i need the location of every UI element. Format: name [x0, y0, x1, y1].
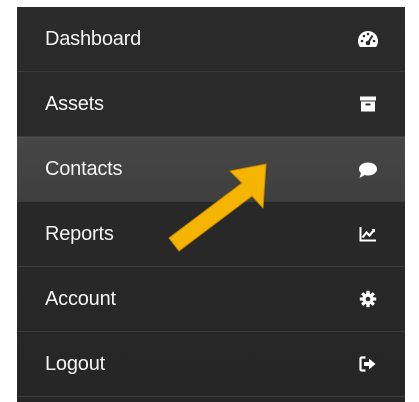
gear-icon: [357, 288, 379, 310]
menu-item-account[interactable]: Account: [17, 267, 405, 332]
menu-item-label: Assets: [45, 92, 104, 115]
sidebar-menu: Dashboard Assets Contacts Reports Accoun…: [17, 7, 405, 402]
line-chart-icon: [357, 223, 379, 245]
menu-item-logout[interactable]: Logout: [17, 332, 405, 397]
chat-bubble-icon: [357, 159, 379, 181]
dashboard-gauge-icon: [357, 28, 379, 50]
sign-out-icon: [357, 353, 379, 375]
menu-item-label: Reports: [45, 222, 114, 245]
menu-item-label: Logout: [45, 352, 105, 375]
menu-item-label: Account: [45, 287, 116, 310]
menu-item-contacts[interactable]: Contacts: [17, 137, 405, 202]
menu-item-assets[interactable]: Assets: [17, 72, 405, 137]
menu-item-label: Dashboard: [45, 27, 142, 50]
archive-box-icon: [357, 93, 379, 115]
menu-item-label: Contacts: [45, 158, 123, 180]
menu-item-dashboard[interactable]: Dashboard: [17, 7, 405, 72]
menu-item-reports[interactable]: Reports: [17, 202, 405, 267]
